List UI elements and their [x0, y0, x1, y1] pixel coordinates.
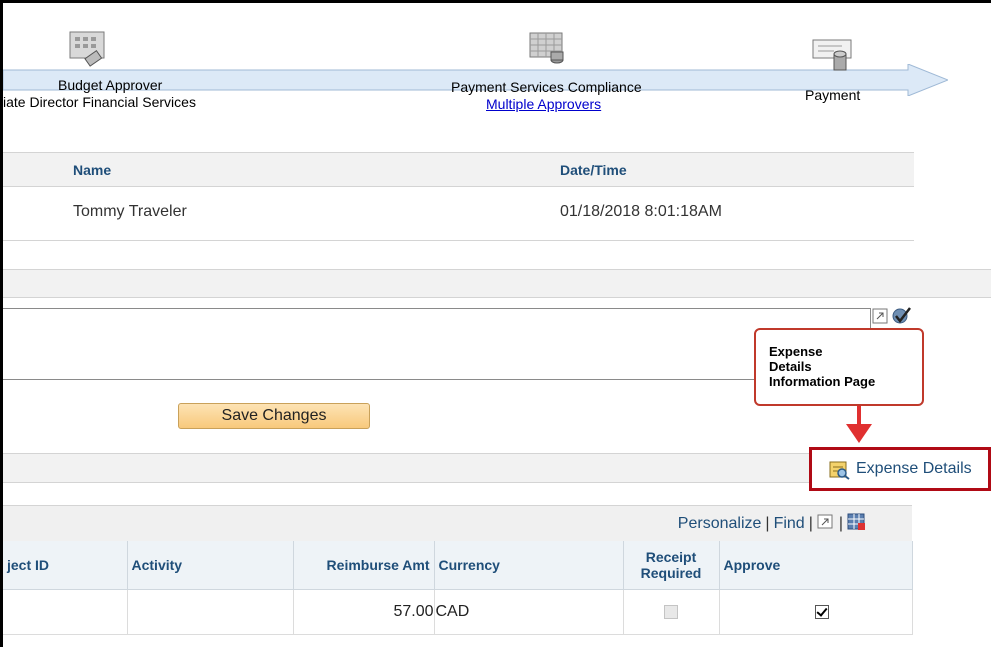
find-link[interactable]: Find: [774, 515, 805, 532]
expense-details-highlight: Expense Details: [809, 447, 991, 491]
approve-cell: [719, 589, 913, 635]
activity-column-header: Activity: [127, 541, 294, 590]
expense-lines-grid: ject ID Activity Reimburse Amt Currency …: [3, 541, 913, 635]
separator: |: [838, 515, 843, 532]
receipt-required-checkbox[interactable]: [664, 604, 678, 619]
save-changes-button[interactable]: Save Changes: [178, 403, 370, 429]
payment-icon: [812, 39, 852, 71]
currency-column-header: Currency: [434, 541, 624, 590]
history-datetime-cell: 01/18/2018 8:01:18AM: [560, 203, 722, 220]
datetime-column-header: Date/Time: [560, 162, 627, 178]
window-top-border: [0, 0, 991, 3]
callout-arrow-head: [846, 424, 872, 443]
name-column-header: Name: [73, 162, 112, 178]
multiple-approvers-link[interactable]: Multiple Approvers: [486, 96, 601, 112]
comments-section-bar: [3, 269, 991, 298]
comment-tools: [872, 307, 911, 324]
separator: |: [765, 515, 770, 532]
currency-cell: CAD: [434, 589, 624, 635]
callout-line-3: Information Page: [769, 374, 876, 389]
expand-icon[interactable]: [872, 308, 888, 324]
separator: |: [808, 515, 813, 532]
reimburse-amt-cell: 57.00: [293, 589, 435, 635]
history-name-cell: Tommy Traveler: [73, 203, 187, 220]
personalize-link[interactable]: Personalize: [678, 515, 762, 532]
history-row: Tommy Traveler 01/18/2018 8:01:18AM: [3, 186, 914, 241]
ledger-icon: [529, 32, 564, 64]
expense-details-link[interactable]: Expense Details: [856, 460, 972, 478]
table-row: 57.00 CAD: [3, 589, 913, 635]
callout-line-1: Expense: [769, 344, 823, 359]
calculator-icon: [69, 31, 105, 67]
grid-toolbar: Personalize | Find | |: [3, 505, 912, 542]
view-all-icon[interactable]: [817, 514, 835, 530]
receipt-required-cell: [623, 589, 720, 635]
activity-cell: [127, 589, 294, 635]
workflow-step-budget-subtitle: iate Director Financial Services: [3, 94, 196, 110]
workflow-step-compliance-title: Payment Services Compliance: [451, 79, 642, 95]
history-grid-header: Name Date/Time: [3, 152, 914, 187]
project-id-column-header: ject ID: [3, 541, 128, 590]
download-excel-icon[interactable]: [847, 513, 867, 531]
receipt-required-column-header: Receipt Required: [623, 541, 720, 590]
comments-textarea[interactable]: [3, 308, 871, 380]
reimburse-amt-column-header: Reimburse Amt: [293, 541, 435, 590]
details-section-bar: [3, 453, 809, 483]
expense-details-callout: Expense Details Information Page: [754, 328, 924, 406]
project-id-cell: [3, 589, 128, 635]
workflow-step-budget-title: Budget Approver: [58, 77, 163, 93]
callout-line-2: Details: [769, 359, 812, 374]
workflow-step-payment-title: Payment: [805, 87, 861, 103]
approve-checkbox[interactable]: [814, 604, 829, 619]
approve-column-header: Approve: [719, 541, 913, 590]
spellcheck-icon[interactable]: [892, 307, 911, 324]
expense-details-icon[interactable]: [829, 460, 851, 480]
